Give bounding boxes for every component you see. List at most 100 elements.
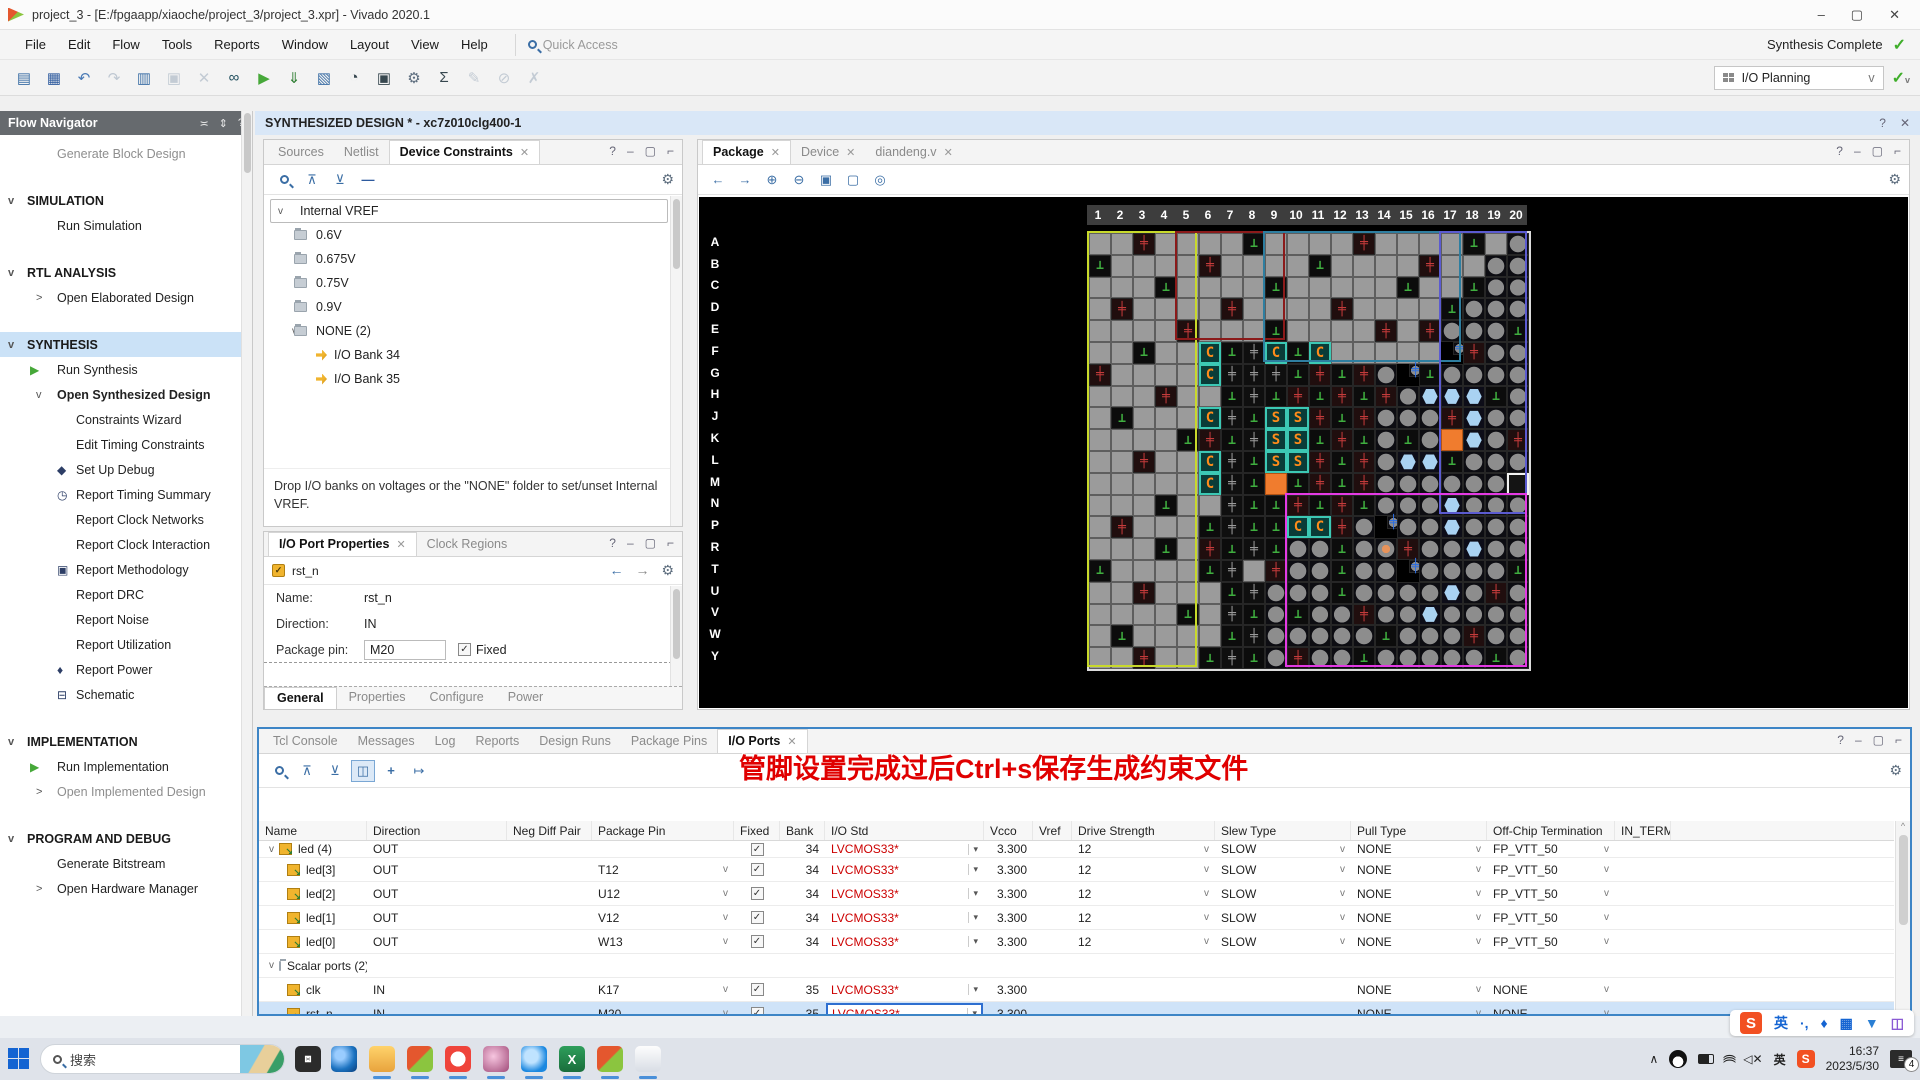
package-pin-cell[interactable] xyxy=(1133,516,1155,538)
cell-pull-type[interactable]: NONEv xyxy=(1351,1002,1487,1014)
package-pin-cell[interactable] xyxy=(1507,647,1529,669)
package-pin-cell[interactable]: ╪ xyxy=(1287,386,1309,408)
package-pin-cell[interactable] xyxy=(1265,647,1287,669)
package-pin-cell[interactable] xyxy=(1507,538,1529,560)
package-pin-cell[interactable] xyxy=(1287,320,1309,342)
table-row-led-1-[interactable]: led[1]OUTV12v✓34LVCMOS33*▾3.30012vSLOWvN… xyxy=(259,906,1894,930)
package-pin-cell[interactable]: ⊥ xyxy=(1199,560,1221,582)
package-pin-cell[interactable] xyxy=(1397,298,1419,320)
cell-fixed[interactable]: ✓ xyxy=(734,882,780,905)
taskbar-app-edge[interactable] xyxy=(331,1046,357,1072)
tree-item-none-2-[interactable]: vNONE (2) xyxy=(264,319,682,343)
package-pin-cell[interactable]: ╪ xyxy=(1243,625,1265,647)
package-pin-cell[interactable] xyxy=(1265,298,1287,320)
flow-item-open-elaborated-design[interactable]: >Open Elaborated Design xyxy=(0,285,252,310)
tab-package-pins[interactable]: Package Pins xyxy=(621,730,717,753)
help-icon[interactable]: ? xyxy=(1879,116,1886,130)
package-pin-cell[interactable] xyxy=(1155,320,1177,342)
menu-file[interactable]: File xyxy=(14,33,57,56)
table-row-scalar-ports-2-[interactable]: vScalar ports (2) xyxy=(259,954,1894,978)
package-pin-cell[interactable] xyxy=(1507,364,1529,386)
package-pin-cell[interactable] xyxy=(1111,386,1133,408)
column-header-neg-diff-pair[interactable]: Neg Diff Pair xyxy=(507,821,592,840)
package-pin-cell[interactable]: S xyxy=(1265,407,1287,429)
float-icon[interactable]: ⌐ xyxy=(1894,144,1901,158)
tab-diandeng-v[interactable]: diandeng.v✕ xyxy=(865,141,962,164)
package-pin-cell[interactable] xyxy=(1397,582,1419,604)
package-pin-cell[interactable]: ╪ xyxy=(1331,386,1353,408)
tab-sources[interactable]: Sources xyxy=(268,141,334,164)
package-pin-cell[interactable]: C xyxy=(1199,364,1221,386)
cell-slew-type[interactable]: SLOWv xyxy=(1215,930,1351,953)
package-pin-cell[interactable]: C xyxy=(1309,342,1331,364)
menu-edit[interactable]: Edit xyxy=(57,33,101,56)
ime-mode-icon[interactable]: 英 xyxy=(1774,1051,1786,1068)
column-header-fixed[interactable]: Fixed xyxy=(734,821,780,840)
package-pin-cell[interactable] xyxy=(1287,625,1309,647)
package-pin-cell[interactable] xyxy=(1133,560,1155,582)
package-pin-cell[interactable] xyxy=(1397,233,1419,255)
package-pin-cell[interactable] xyxy=(1397,604,1419,626)
package-pin-cell[interactable] xyxy=(1199,233,1221,255)
package-pin-cell[interactable]: ⊥ xyxy=(1265,320,1287,342)
package-pin-cell[interactable] xyxy=(1133,298,1155,320)
package-pin-cell[interactable] xyxy=(1265,625,1287,647)
package-pin-cell[interactable] xyxy=(1353,538,1375,560)
package-pin-cell[interactable] xyxy=(1243,560,1265,582)
package-pin-cell[interactable] xyxy=(1463,298,1485,320)
package-pin-cell[interactable] xyxy=(1441,516,1463,538)
package-pin-cell[interactable]: ╪ xyxy=(1243,364,1265,386)
package-pin-cell[interactable] xyxy=(1111,582,1133,604)
package-pin-cell[interactable]: ╪ xyxy=(1221,647,1243,669)
package-pin-cell[interactable] xyxy=(1155,516,1177,538)
package-pin-cell[interactable]: ⊥ xyxy=(1221,625,1243,647)
tree-item-0-9v[interactable]: 0.9V xyxy=(264,295,682,319)
taskbar-app-anydesk[interactable] xyxy=(445,1046,471,1072)
package-pin-cell[interactable] xyxy=(1397,451,1419,473)
package-pin-cell[interactable]: ╪ xyxy=(1199,255,1221,277)
cell-package-pin[interactable]: V12v xyxy=(592,906,734,929)
package-pin-cell[interactable] xyxy=(1133,277,1155,299)
package-pin-cell[interactable]: ⊥ xyxy=(1353,647,1375,669)
package-pin-cell[interactable] xyxy=(1485,342,1507,364)
package-pin-cell[interactable] xyxy=(1441,386,1463,408)
fixed-checkbox[interactable]: ✓ xyxy=(751,911,764,924)
package-pin-cell[interactable]: ⊥ xyxy=(1155,277,1177,299)
package-pin-cell[interactable]: ⊥ xyxy=(1243,647,1265,669)
close-icon[interactable]: ✕ xyxy=(771,146,780,159)
tree-item-internal-vref[interactable]: vInternal VREF xyxy=(264,199,682,223)
package-pin-cell[interactable] xyxy=(1375,342,1397,364)
package-pin-cell[interactable]: ⊥ xyxy=(1331,451,1353,473)
package-pin-cell[interactable] xyxy=(1155,625,1177,647)
package-pin-cell[interactable]: ╪ xyxy=(1375,386,1397,408)
settings-gear-icon[interactable]: ⚙ xyxy=(661,562,674,579)
package-pin-cell[interactable] xyxy=(1397,407,1419,429)
flow-item-constraints-wizard[interactable]: Constraints Wizard xyxy=(0,407,252,432)
group-by-icon[interactable]: ◫ xyxy=(351,760,375,782)
cell-slew-type[interactable]: SLOWv xyxy=(1215,841,1351,857)
tab-device-constraints[interactable]: Device Constraints✕ xyxy=(389,140,540,164)
cell-io-std[interactable]: LVCMOS33*▾ xyxy=(825,858,984,881)
package-pin-cell[interactable] xyxy=(1155,364,1177,386)
cell-slew-type[interactable]: SLOWv xyxy=(1215,906,1351,929)
cell-drive-strength[interactable] xyxy=(1072,1002,1215,1014)
package-pin-cell[interactable]: ╪ xyxy=(1221,604,1243,626)
package-pin-cell[interactable]: ⊥ xyxy=(1287,364,1309,386)
package-pin-cell[interactable]: ⊥ xyxy=(1507,320,1529,342)
package-pin-cell[interactable]: ⊥ xyxy=(1419,364,1441,386)
close-icon[interactable]: ✕ xyxy=(846,146,855,159)
package-pin-cell[interactable] xyxy=(1463,560,1485,582)
package-pin-cell[interactable] xyxy=(1419,451,1441,473)
package-pin-cell[interactable] xyxy=(1397,255,1419,277)
maximize-icon[interactable]: ▢ xyxy=(1872,144,1883,158)
package-pin-cell[interactable] xyxy=(1133,255,1155,277)
close-icon[interactable]: ✕ xyxy=(396,538,405,551)
package-pin-cell[interactable] xyxy=(1111,647,1133,669)
cell-off-chip-termination[interactable]: FP_VTT_50v xyxy=(1487,930,1615,953)
cell-io-std[interactable]: LVCMOS33*▾ xyxy=(825,930,984,953)
package-pin-cell[interactable]: ╪ xyxy=(1133,451,1155,473)
package-pin-cell[interactable] xyxy=(1089,407,1111,429)
package-pin-cell[interactable] xyxy=(1485,233,1507,255)
package-pin-cell[interactable] xyxy=(1287,298,1309,320)
flow-item-generate-bitstream[interactable]: Generate Bitstream xyxy=(0,851,252,876)
